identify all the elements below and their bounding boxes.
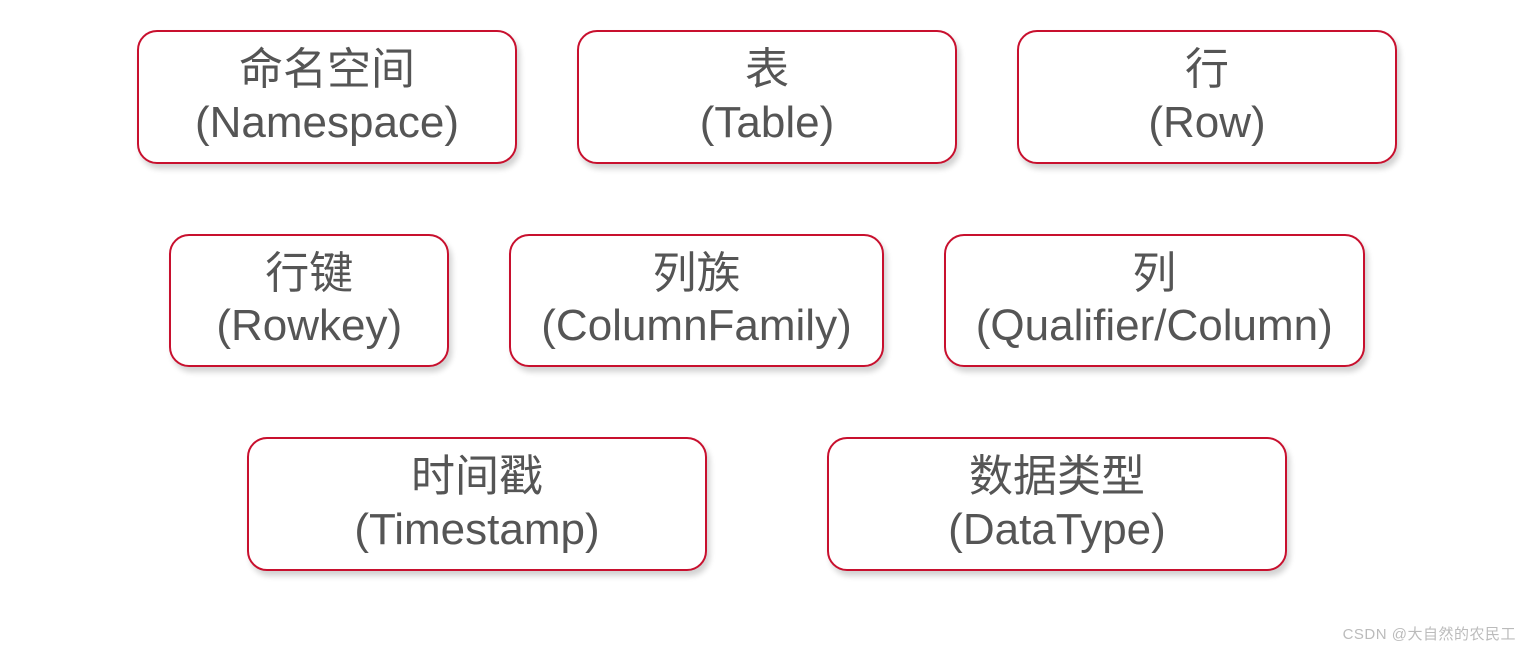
concept-datatype: 数据类型 (DataType): [827, 437, 1287, 571]
concept-en-label: (Table): [700, 97, 835, 150]
concept-table: 表 (Table): [577, 30, 957, 164]
concept-cn-label: 时间戳: [411, 451, 543, 504]
concept-en-label: (Rowkey): [216, 300, 402, 353]
concept-cn-label: 命名空间: [239, 44, 415, 97]
concept-qualifier-column: 列 (Qualifier/Column): [944, 234, 1365, 368]
concept-en-label: (ColumnFamily): [541, 300, 851, 353]
concept-row: 行 (Row): [1017, 30, 1397, 164]
concept-cn-label: 行: [1185, 44, 1229, 97]
concept-rowkey: 行键 (Rowkey): [169, 234, 449, 368]
concept-cn-label: 列族: [653, 248, 741, 301]
concept-en-label: (Timestamp): [354, 504, 599, 557]
concept-columnfamily: 列族 (ColumnFamily): [509, 234, 883, 368]
concept-cn-label: 列: [1132, 248, 1176, 301]
concept-en-label: (Qualifier/Column): [976, 300, 1333, 353]
concept-timestamp: 时间戳 (Timestamp): [247, 437, 707, 571]
concept-en-label: (Row): [1148, 97, 1265, 150]
concept-row-3: 时间戳 (Timestamp) 数据类型 (DataType): [40, 437, 1494, 571]
concept-row-2: 行键 (Rowkey) 列族 (ColumnFamily) 列 (Qualifi…: [40, 234, 1494, 368]
concept-row-1: 命名空间 (Namespace) 表 (Table) 行 (Row): [40, 30, 1494, 164]
concept-cn-label: 行键: [265, 248, 353, 301]
concept-cn-label: 表: [745, 44, 789, 97]
concept-cn-label: 数据类型: [969, 451, 1145, 504]
concept-en-label: (DataType): [948, 504, 1166, 557]
watermark-text: CSDN @大自然的农民工: [1343, 623, 1516, 644]
concept-en-label: (Namespace): [195, 97, 459, 150]
concept-namespace: 命名空间 (Namespace): [137, 30, 517, 164]
